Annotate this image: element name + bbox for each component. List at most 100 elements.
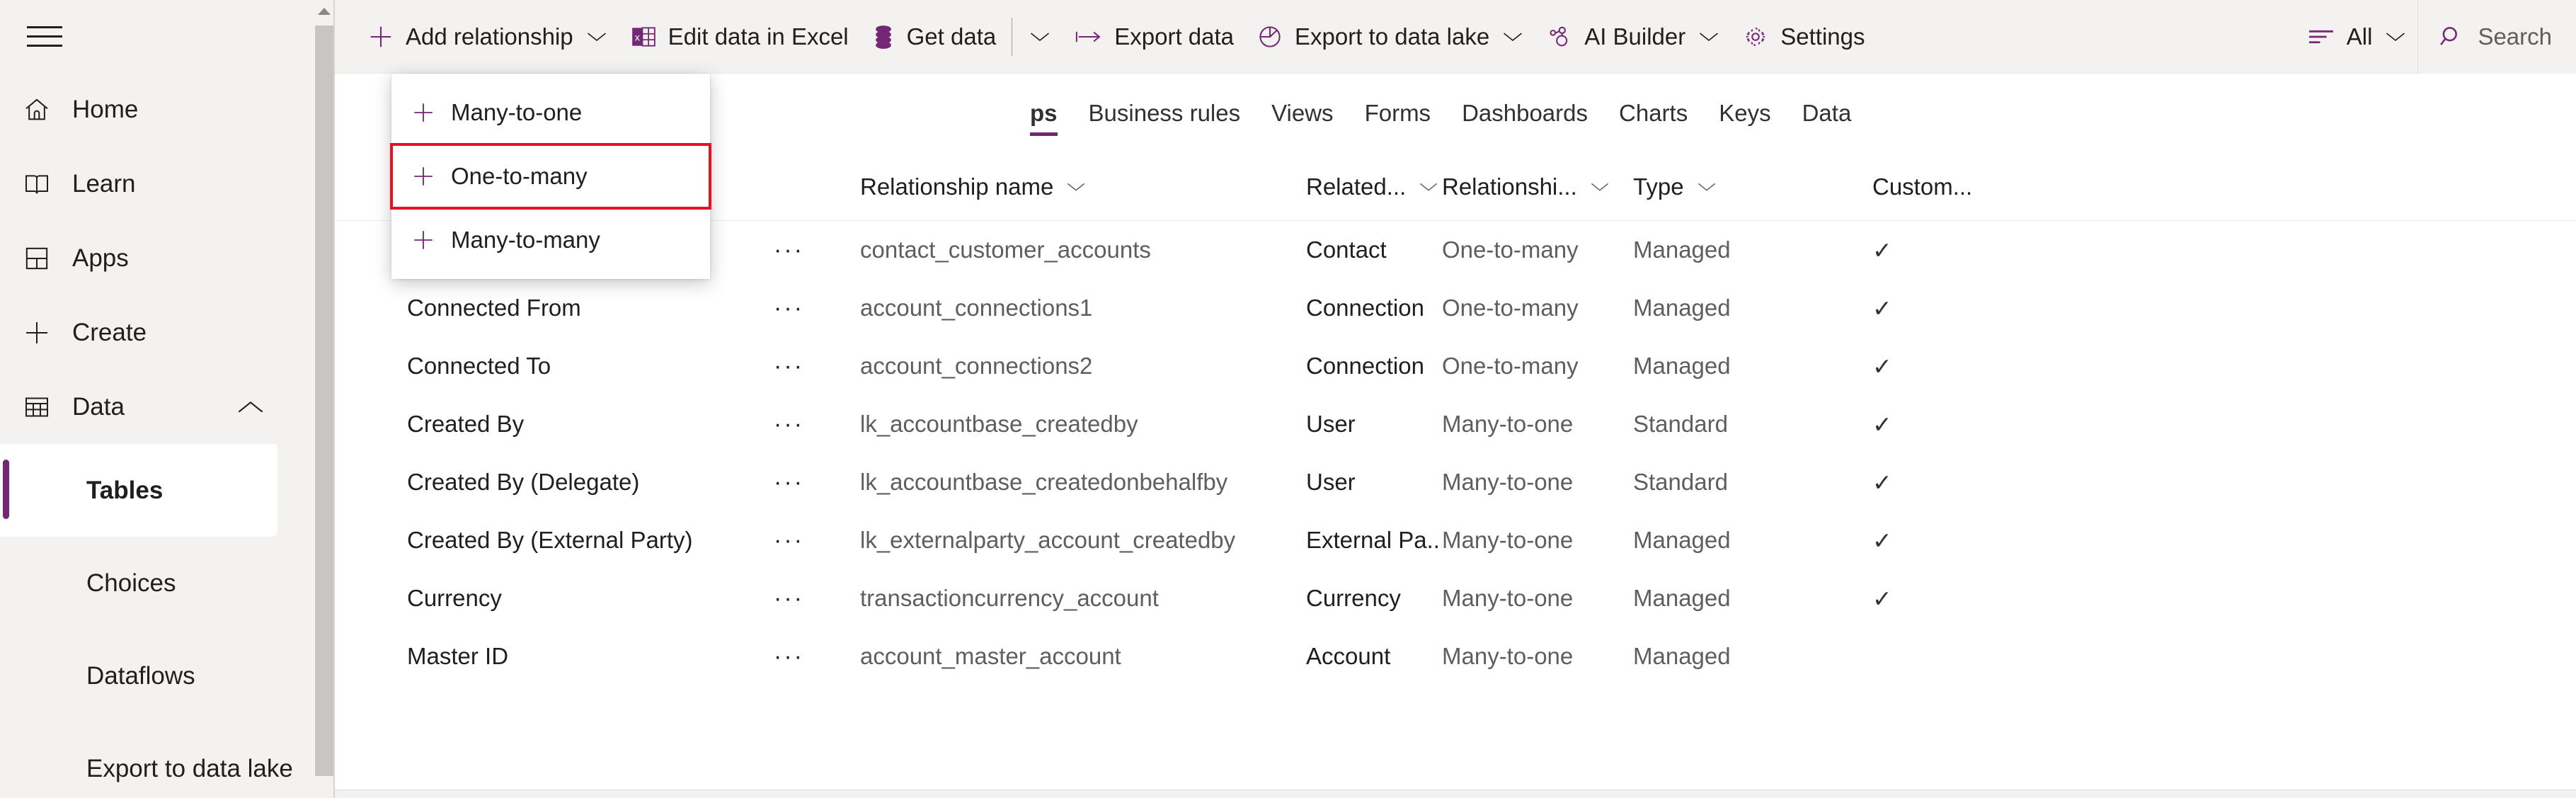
column-header-relationship-type[interactable]: Relationshi... [1442, 173, 1633, 200]
chevron-down-icon[interactable] [1066, 181, 1086, 193]
row-actions-more-icon[interactable]: ··· [774, 585, 830, 612]
chevron-up-icon[interactable] [236, 398, 265, 416]
tab-relationships[interactable]: ps [1014, 74, 1073, 153]
cell-relationship-type: Many-to-one [1442, 643, 1574, 669]
command-label: Settings [1780, 23, 1865, 50]
search-input[interactable]: Search [2417, 0, 2576, 74]
hamburger-icon[interactable] [21, 16, 68, 57]
cell-relationship-type: One-to-many [1442, 236, 1579, 263]
table-row[interactable]: Connected To ··· account_connections2 Conne… [335, 337, 2576, 395]
tab-label: Data [1802, 100, 1852, 126]
cell-display-name[interactable]: Created By [335, 411, 774, 438]
row-actions-more-icon[interactable]: ··· [774, 353, 830, 380]
sidebar-item-data[interactable]: Data [0, 370, 320, 444]
tab-label: Dashboards [1462, 100, 1588, 126]
cell-type: Standard [1633, 469, 1728, 495]
column-header-customizable[interactable]: Custom... [1838, 173, 1980, 200]
cell-display-name[interactable]: Master ID [335, 643, 774, 670]
menu-item-many-to-many[interactable]: Many-to-many [391, 208, 710, 272]
column-header-related-table[interactable]: Related... [1306, 173, 1442, 200]
table-row[interactable]: Created By ··· lk_accountbase_createdby Use… [335, 395, 2576, 453]
cell-display-name[interactable]: Connected To [335, 353, 774, 380]
table-row[interactable]: Master ID ··· account_master_account Accoun… [335, 627, 2576, 685]
sidebar-item-apps[interactable]: Apps [0, 221, 320, 295]
sidebar-item-export-to-data-lake[interactable]: Export to data lake [0, 722, 320, 798]
export-data-button[interactable]: Export data [1063, 0, 1245, 74]
chevron-down-icon[interactable] [1502, 30, 1523, 44]
chevron-down-icon[interactable] [2385, 30, 2406, 44]
cell-display-name[interactable]: Created By (Delegate) [335, 469, 774, 496]
command-bar-right: All Search [2296, 0, 2576, 74]
tab-views[interactable]: Views [1256, 74, 1349, 153]
tab-label: ps [1030, 100, 1058, 126]
filter-label: All [2346, 23, 2373, 50]
sidebar-item-label: Home [72, 95, 139, 123]
cell-customizable-check-icon: ✓ [1872, 585, 1892, 612]
tab-charts[interactable]: Charts [1603, 74, 1703, 153]
cell-display-name[interactable]: Currency [335, 585, 774, 612]
column-header-label: Custom... [1872, 173, 1973, 200]
sidebar-item-label: Learn [72, 169, 136, 198]
ai-builder-button[interactable]: AI Builder [1535, 0, 1731, 74]
row-actions-more-icon[interactable]: ··· [774, 236, 830, 264]
apps-grid-icon [23, 244, 67, 273]
column-header-type[interactable]: Type [1633, 173, 1838, 200]
get-data-button[interactable]: Get data [860, 0, 1008, 74]
menu-item-one-to-many[interactable]: One-to-many [390, 143, 711, 210]
chevron-down-icon[interactable] [586, 30, 607, 44]
tab-data[interactable]: Data [1787, 74, 1867, 153]
row-actions-more-icon[interactable]: ··· [774, 527, 830, 554]
column-header-relationship-name[interactable]: Relationship name [830, 173, 1306, 200]
cell-relationship-type: One-to-many [1442, 353, 1579, 379]
sidebar-item-learn[interactable]: Learn [0, 147, 320, 221]
cell-related-table: User [1306, 411, 1356, 437]
tab-forms[interactable]: Forms [1349, 74, 1447, 153]
table-row[interactable]: Connected From ··· account_connections1 Con… [335, 279, 2576, 337]
cell-display-name[interactable]: Connected From [335, 295, 774, 321]
table-row[interactable]: Created By (External Party) ··· lk_externa… [335, 511, 2576, 569]
sidebar-item-label: Create [72, 318, 147, 346]
chevron-down-icon[interactable] [1419, 181, 1438, 193]
row-actions-more-icon[interactable]: ··· [774, 469, 830, 496]
cell-display-name[interactable]: Created By (External Party) [335, 527, 774, 554]
sidebar-item-label: Data [72, 392, 125, 421]
filter-all-button[interactable]: All [2296, 0, 2418, 74]
get-data-chevron-down-icon[interactable] [1017, 0, 1063, 74]
chevron-down-icon[interactable] [1590, 181, 1610, 193]
tab-keys[interactable]: Keys [1703, 74, 1786, 153]
menu-item-many-to-one[interactable]: Many-to-one [391, 81, 710, 144]
tab-label: Business rules [1088, 100, 1241, 126]
row-actions-more-icon[interactable]: ··· [774, 295, 830, 322]
tab-business-rules[interactable]: Business rules [1073, 74, 1256, 153]
sidebar-scrollbar-thumb[interactable] [315, 25, 333, 776]
tab-label: Views [1271, 100, 1334, 126]
chevron-down-icon[interactable] [1697, 181, 1717, 193]
tab-dashboards[interactable]: Dashboards [1446, 74, 1603, 153]
cell-relationship-type: Many-to-one [1442, 469, 1574, 495]
database-icon [871, 23, 895, 50]
cell-type: Managed [1633, 585, 1731, 611]
chevron-down-icon[interactable] [1698, 30, 1719, 44]
export-to-data-lake-button[interactable]: Export to data lake [1245, 0, 1535, 74]
sidebar-item-dataflows[interactable]: Dataflows [0, 629, 320, 722]
sidebar-item-choices[interactable]: Choices [0, 537, 320, 629]
sidebar-item-create[interactable]: Create [0, 295, 320, 370]
table-row[interactable]: Currency ··· transactioncurrency_account Cu… [335, 569, 2576, 627]
left-sidebar: Home Learn Apps Create Data Tables Choic… [0, 0, 333, 798]
edit-data-in-excel-button[interactable]: x Edit data in Excel [619, 0, 860, 74]
ai-builder-icon [1546, 23, 1573, 50]
settings-button[interactable]: Settings [1731, 0, 1876, 74]
row-actions-more-icon[interactable]: ··· [774, 643, 830, 671]
cell-customizable-check-icon: ✓ [1872, 469, 1892, 496]
sidebar-item-home[interactable]: Home [0, 72, 320, 147]
cell-relationship-type: One-to-many [1442, 295, 1579, 321]
sidebar-scrollbar[interactable] [315, 0, 333, 798]
tab-label: Keys [1719, 100, 1771, 126]
scroll-up-arrow-icon[interactable] [315, 0, 333, 23]
table-icon [23, 393, 67, 421]
sidebar-item-tables[interactable]: Tables [0, 444, 277, 537]
table-row[interactable]: Created By (Delegate) ··· lk_accountbase_c… [335, 453, 2576, 511]
cell-relationship-name: account_master_account [860, 643, 1121, 669]
add-relationship-button[interactable]: Add relationship [356, 0, 619, 74]
row-actions-more-icon[interactable]: ··· [774, 411, 830, 438]
